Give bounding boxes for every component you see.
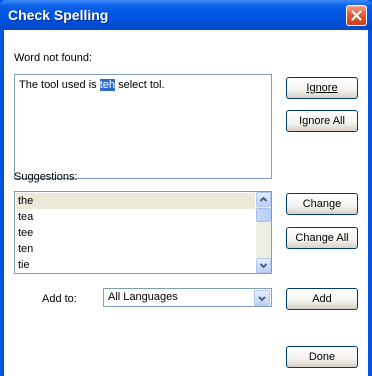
chevron-up-icon [259,196,268,202]
context-before: The tool used is [19,79,100,91]
check-spelling-dialog: Check Spelling Word not found: The tool … [0,0,372,376]
ignore-all-button-label: Ignore All [299,115,345,127]
title-bar[interactable]: Check Spelling [0,0,372,30]
suggestions-list[interactable]: the tea tee ten tie [14,191,272,274]
suggestion-item[interactable]: tea [16,209,255,225]
dialog-title: Check Spelling [8,7,109,23]
ignore-button-label: Ignore [306,82,338,94]
add-to-dropdown[interactable]: All Languages [103,288,272,307]
done-button[interactable]: Done [286,346,358,368]
change-button-label: Change [302,198,342,210]
add-to-value: All Languages [108,291,178,303]
suggestion-item[interactable]: the [16,193,255,209]
ignore-all-button[interactable]: Ignore All [286,110,358,132]
change-button[interactable]: Change [286,193,358,215]
suggestions-scrollbar[interactable] [256,192,271,273]
context-text: The tool used is teh select tol. [19,79,165,91]
suggestion-item[interactable]: tee [16,225,255,241]
add-button[interactable]: Add [286,288,358,310]
dropdown-button[interactable] [254,290,270,306]
word-not-found-label: Word not found: [14,52,93,64]
word-context-box[interactable]: The tool used is teh select tol. [14,74,272,179]
suggestion-item[interactable]: ten [16,241,255,257]
close-button[interactable] [346,5,367,26]
add-button-label: Add [312,293,332,305]
change-all-button-label: Change All [295,232,349,244]
suggestions-label: Suggestions: [14,171,78,183]
suggestion-item[interactable]: tie [16,257,255,273]
close-icon [351,10,362,21]
chevron-down-icon [258,296,266,302]
scroll-up-button[interactable] [256,192,271,207]
misspelled-word: teh [99,79,116,91]
add-to-label: Add to: [42,293,77,305]
ignore-button[interactable]: Ignore [286,77,358,99]
context-after: select tol. [115,79,165,91]
change-all-button[interactable]: Change All [286,227,358,249]
done-button-label: Done [308,351,336,363]
scroll-down-button[interactable] [256,258,271,273]
chevron-down-icon [259,263,268,269]
scroll-thumb[interactable] [256,208,271,222]
dialog-body: Word not found: The tool used is teh sel… [4,30,368,376]
